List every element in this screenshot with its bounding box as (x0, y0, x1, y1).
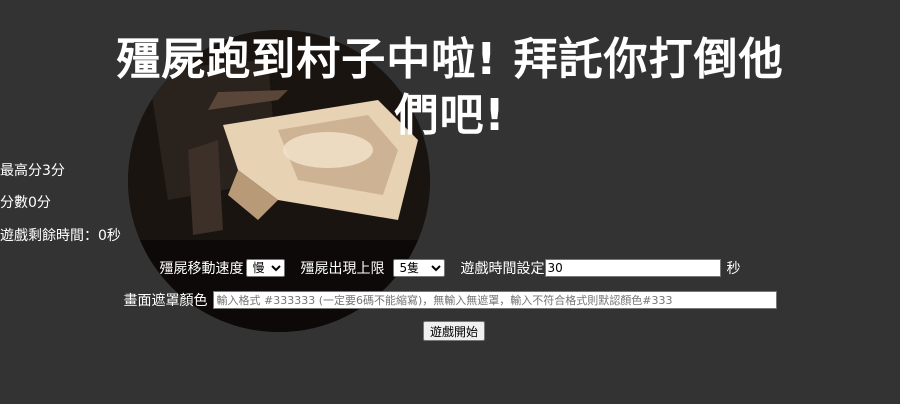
mask-color-row: 畫面遮罩顏色 (0, 290, 900, 310)
settings-row: 殭屍移動速度 慢 殭屍出現上限 5隻 遊戲時間設定 秒 (0, 258, 900, 278)
game-time-label: 遊戲時間設定 (460, 261, 545, 277)
page-title: 殭屍跑到村子中啦! 拜託你打倒他們吧! (116, 34, 784, 141)
speed-select[interactable]: 慢 (245, 259, 285, 277)
mask-color-label: 畫面遮罩顏色 (123, 293, 208, 309)
time-left-text: 遊戲剩餘時間：0秒 (0, 228, 121, 244)
game-stage: 殭屍跑到村子中啦! 拜託你打倒他們吧! 最高分3分 分數0分 遊戲剩餘時間：0秒… (0, 0, 900, 404)
speed-label: 殭屍移動速度 (159, 261, 244, 277)
score-text: 分數0分 (0, 195, 51, 211)
mask-color-input[interactable] (212, 291, 777, 309)
game-time-input[interactable] (544, 259, 721, 277)
high-score-text: 最高分3分 (0, 163, 65, 179)
max-zombies-label: 殭屍出現上限 (300, 261, 385, 277)
main-content: 殭屍跑到村子中啦! 拜託你打倒他們吧! (0, 0, 900, 144)
start-game-button[interactable]: 遊戲開始 (423, 321, 486, 341)
max-zombies-select[interactable]: 5隻 (392, 259, 445, 277)
seconds-unit: 秒 (726, 261, 741, 277)
